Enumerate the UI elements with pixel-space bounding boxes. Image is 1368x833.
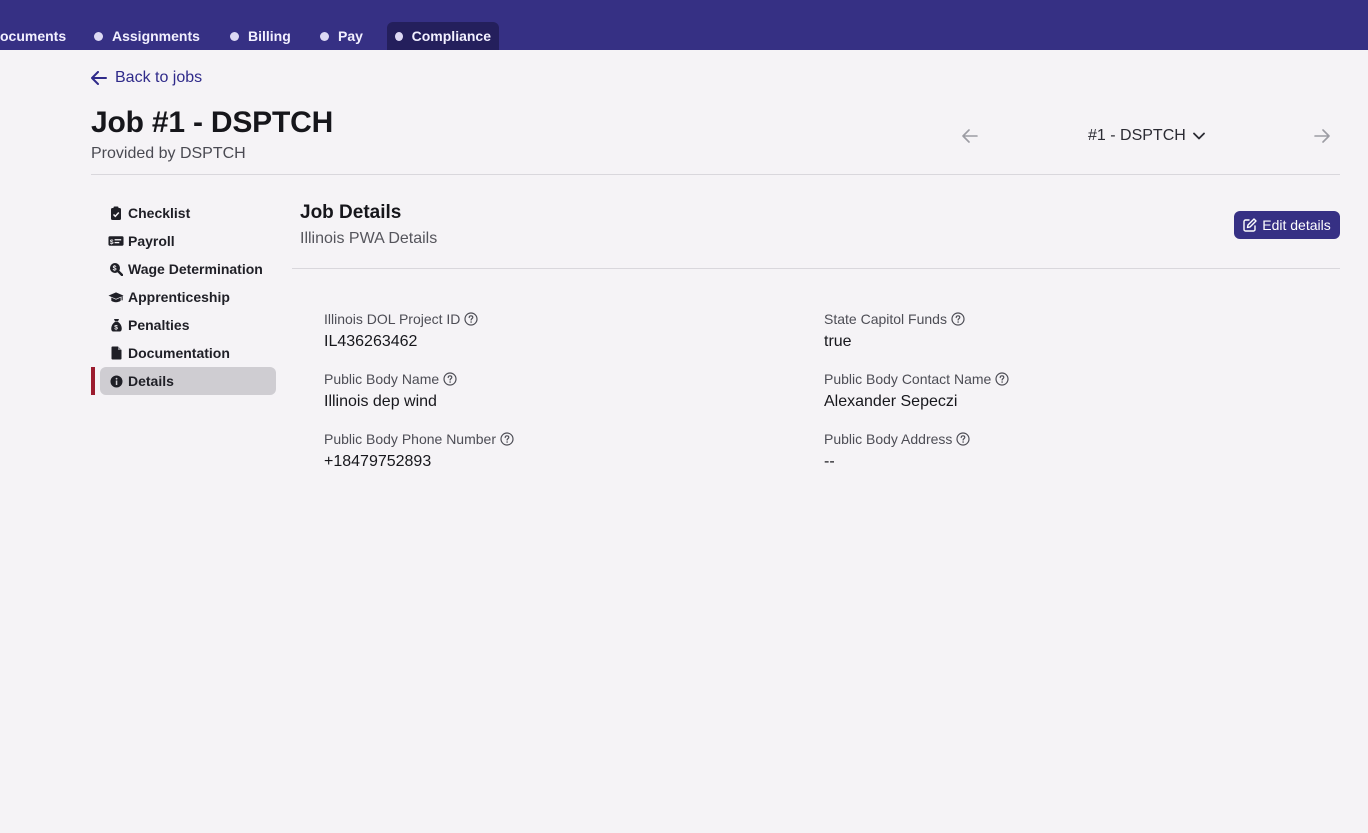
field-value: IL436263462	[324, 333, 418, 350]
panel-divider	[292, 268, 1340, 269]
question-circle-icon[interactable]	[995, 372, 1009, 386]
question-circle-icon[interactable]	[956, 432, 971, 446]
field-public-body-address: Public Body Address --	[824, 430, 971, 471]
svg-text:$: $	[114, 325, 118, 332]
sidebar-item-penalties[interactable]: $ Penalties	[100, 311, 276, 339]
field-label: State Capitol Funds	[824, 311, 947, 327]
search-dollar-icon: $	[108, 261, 124, 277]
svg-text:$: $	[113, 266, 117, 273]
tab-documents-label: ocuments	[0, 28, 67, 44]
sidebar-item-label: Details	[128, 373, 174, 389]
back-to-jobs-link[interactable]: Back to jobs	[91, 68, 202, 88]
page-title: Job #1 - DSPTCH	[91, 106, 334, 139]
tab-dot-icon	[395, 31, 403, 41]
edit-details-label: Edit details	[1262, 217, 1331, 233]
field-label: Illinois DOL Project ID	[324, 311, 461, 327]
svg-text:$: $	[110, 239, 114, 246]
sidebar-item-payroll[interactable]: $ Payroll	[100, 227, 276, 255]
panel-title: Job Details	[300, 202, 402, 223]
field-dol-project-id: Illinois DOL Project ID IL436263462	[324, 310, 479, 351]
sidebar-item-label: Apprenticeship	[128, 289, 230, 305]
tab-compliance-label: Compliance	[411, 28, 491, 44]
next-job-button[interactable]	[1312, 126, 1332, 146]
header-divider	[91, 174, 1340, 175]
field-state-capitol-funds: State Capitol Funds true	[824, 310, 965, 351]
job-selector-label: #1 - DSPTCH	[1088, 127, 1186, 144]
sidebar-item-details[interactable]: Details	[100, 367, 276, 395]
chevron-down-icon	[1192, 132, 1205, 140]
field-public-body-name: Public Body Name Illinois dep wind	[324, 370, 457, 411]
tab-dot-icon	[94, 31, 103, 41]
field-value: --	[824, 453, 835, 470]
tab-compliance[interactable]: Compliance	[387, 22, 499, 50]
job-selector-dropdown[interactable]: #1 - DSPTCH	[1088, 126, 1205, 146]
active-item-marker	[91, 367, 95, 395]
previous-job-button[interactable]	[960, 126, 980, 146]
field-value: Alexander Sepeczi	[824, 393, 958, 410]
field-public-body-phone: Public Body Phone Number +18479752893	[324, 430, 514, 471]
field-value: +18479752893	[324, 453, 432, 470]
tab-pay[interactable]: Pay	[312, 22, 371, 50]
field-value: Illinois dep wind	[324, 393, 437, 410]
tab-assignments-label: Assignments	[112, 28, 200, 44]
money-check-icon: $	[108, 233, 124, 249]
arrow-right-icon	[1314, 129, 1330, 143]
tab-dot-icon	[320, 31, 329, 41]
field-public-body-contact-name: Public Body Contact Name Alexander Sepec…	[824, 370, 1009, 411]
file-icon	[108, 345, 124, 361]
sidebar-item-label: Penalties	[128, 317, 190, 333]
money-bag-icon: $	[108, 317, 124, 333]
sidebar-item-checklist[interactable]: Checklist	[100, 199, 276, 227]
field-label: Public Body Contact Name	[824, 371, 992, 387]
top-nav: ocuments Assignments Billing Pay Complia…	[0, 0, 1368, 50]
sidebar-item-label: Documentation	[128, 345, 230, 361]
back-to-jobs-label: Back to jobs	[115, 69, 203, 86]
tab-billing[interactable]: Billing	[222, 22, 299, 50]
sidebar-item-label: Checklist	[128, 205, 191, 221]
sidebar-item-label: Wage Determination	[128, 261, 263, 277]
clipboard-check-icon	[108, 205, 124, 221]
edit-details-button[interactable]: Edit details	[1234, 211, 1340, 239]
arrow-left-icon	[91, 71, 107, 85]
tab-dot-icon	[230, 31, 239, 41]
arrow-left-icon	[962, 129, 978, 143]
tab-billing-label: Billing	[248, 28, 291, 44]
panel-subtitle: Illinois PWA Details	[300, 230, 438, 247]
question-circle-icon[interactable]	[951, 312, 965, 326]
info-circle-icon	[108, 373, 124, 389]
tab-pay-label: Pay	[338, 28, 363, 44]
tab-documents[interactable]: ocuments	[0, 22, 74, 50]
graduation-cap-icon	[108, 289, 124, 305]
page-subtitle: Provided by DSPTCH	[91, 145, 246, 162]
tab-assignments[interactable]: Assignments	[86, 22, 208, 50]
field-label: Public Body Address	[824, 431, 953, 447]
sidebar-item-documentation[interactable]: Documentation	[100, 339, 276, 367]
question-circle-icon[interactable]	[500, 432, 514, 446]
sidebar-item-apprenticeship[interactable]: Apprenticeship	[100, 283, 276, 311]
question-circle-icon[interactable]	[464, 312, 479, 326]
question-circle-icon[interactable]	[443, 372, 457, 386]
sidebar-item-label: Payroll	[128, 233, 175, 249]
sidebar-item-wage-determination[interactable]: $ Wage Determination	[100, 255, 276, 283]
field-label: Public Body Name	[324, 371, 440, 387]
field-value: true	[824, 333, 852, 350]
field-label: Public Body Phone Number	[324, 431, 496, 447]
edit-icon	[1243, 218, 1257, 232]
